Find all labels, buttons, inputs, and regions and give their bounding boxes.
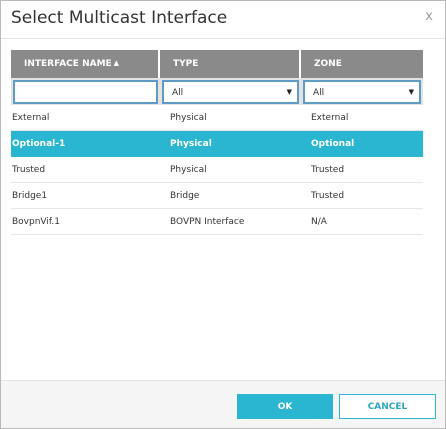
cell-interface-name: Optional-1: [12, 139, 66, 149]
type-filter-value: All: [172, 88, 184, 98]
column-header-type[interactable]: TYPE: [160, 50, 301, 78]
cell-interface-name: Bridge1: [12, 191, 48, 201]
cell-type: Physical: [170, 139, 212, 149]
cancel-button[interactable]: CANCEL: [339, 394, 436, 419]
type-filter-select[interactable]: All ▼: [162, 80, 299, 104]
zone-filter-select[interactable]: All ▼: [303, 80, 421, 104]
table-row[interactable]: External Physical External: [11, 105, 423, 131]
cell-type: BOVPN Interface: [170, 217, 245, 227]
dropdown-arrow-icon: ▼: [286, 88, 292, 96]
column-header-label: INTERFACE NAME: [24, 59, 112, 69]
column-header-label: ZONE: [314, 59, 342, 69]
cell-interface-name: BovpnVif.1: [12, 217, 60, 227]
table-row[interactable]: BovpnVif.1 BOVPN Interface N/A: [11, 209, 423, 235]
zone-filter-value: All: [313, 88, 325, 98]
filter-row: All ▼ All ▼: [11, 78, 423, 105]
type-filter-cell: All ▼: [160, 80, 301, 105]
cell-zone: Trusted: [311, 165, 345, 175]
cell-zone: Optional: [311, 139, 355, 149]
column-header-label: TYPE: [173, 59, 199, 69]
cell-type: Physical: [170, 113, 207, 123]
dialog-footer: OK CANCEL: [1, 380, 445, 428]
ok-button[interactable]: OK: [237, 394, 333, 419]
cell-zone: Trusted: [311, 191, 345, 201]
cell-zone: External: [311, 113, 349, 123]
select-multicast-interface-dialog: Select Multicast Interface x INTERFACE N…: [0, 0, 446, 429]
title-divider: [1, 38, 445, 39]
table-header: INTERFACE NAME ▲ TYPE ZONE: [11, 50, 423, 78]
table-row[interactable]: Optional-1 Physical Optional: [11, 131, 423, 157]
cell-interface-name: Trusted: [12, 165, 46, 175]
cell-type: Bridge: [170, 191, 200, 201]
table-row[interactable]: Trusted Physical Trusted: [11, 157, 423, 183]
interface-name-filter-input[interactable]: [13, 80, 158, 104]
table-row[interactable]: Bridge1 Bridge Trusted: [11, 183, 423, 209]
cell-interface-name: External: [12, 113, 50, 123]
column-header-zone[interactable]: ZONE: [301, 50, 423, 78]
name-filter-cell: [11, 80, 160, 105]
dialog-title: Select Multicast Interface: [11, 8, 228, 28]
close-icon[interactable]: x: [425, 9, 433, 24]
dropdown-arrow-icon: ▼: [408, 88, 414, 96]
column-header-interface-name[interactable]: INTERFACE NAME ▲: [11, 50, 160, 78]
interface-table: INTERFACE NAME ▲ TYPE ZONE All ▼ All ▼ E…: [11, 50, 423, 235]
zone-filter-cell: All ▼: [301, 80, 423, 105]
cell-type: Physical: [170, 165, 207, 175]
sort-ascending-icon: ▲: [113, 59, 120, 67]
cell-zone: N/A: [311, 217, 327, 227]
